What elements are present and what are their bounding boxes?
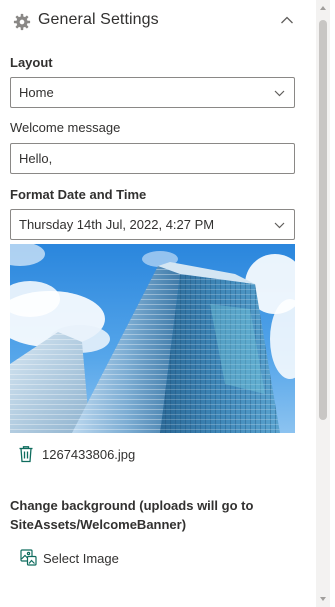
- layout-label: Layout: [10, 55, 53, 70]
- gear-icon: [13, 13, 31, 31]
- layout-selected-value: Home: [19, 85, 54, 100]
- date-format-dropdown[interactable]: Thursday 14th Jul, 2022, 4:27 PM: [10, 209, 295, 240]
- select-image-label: Select Image: [43, 551, 119, 566]
- welcome-message-input[interactable]: [19, 151, 279, 166]
- date-format-selected-value: Thursday 14th Jul, 2022, 4:27 PM: [19, 217, 215, 232]
- trash-icon[interactable]: [18, 445, 34, 463]
- background-image-preview: [10, 244, 295, 433]
- layout-dropdown[interactable]: Home: [10, 77, 295, 108]
- change-background-label: Change background (uploads will go to Si…: [10, 498, 254, 532]
- settings-panel: General Settings Layout Home Welcome mes…: [0, 0, 335, 607]
- section-header[interactable]: General Settings: [0, 0, 316, 44]
- section-title: General Settings: [38, 11, 159, 28]
- welcome-message-field[interactable]: [10, 143, 295, 174]
- scroll-down-icon[interactable]: [319, 595, 327, 603]
- chevron-down-icon: [274, 222, 285, 229]
- welcome-message-label: Welcome message: [10, 120, 121, 135]
- chevron-up-icon[interactable]: [280, 15, 294, 25]
- scrollbar-thumb[interactable]: [319, 20, 327, 420]
- chevron-down-icon: [274, 90, 285, 97]
- file-name: 1267433806.jpg: [42, 447, 136, 462]
- image-icon: [20, 549, 37, 566]
- scroll-up-icon[interactable]: [319, 4, 327, 12]
- date-format-label: Format Date and Time: [10, 187, 147, 202]
